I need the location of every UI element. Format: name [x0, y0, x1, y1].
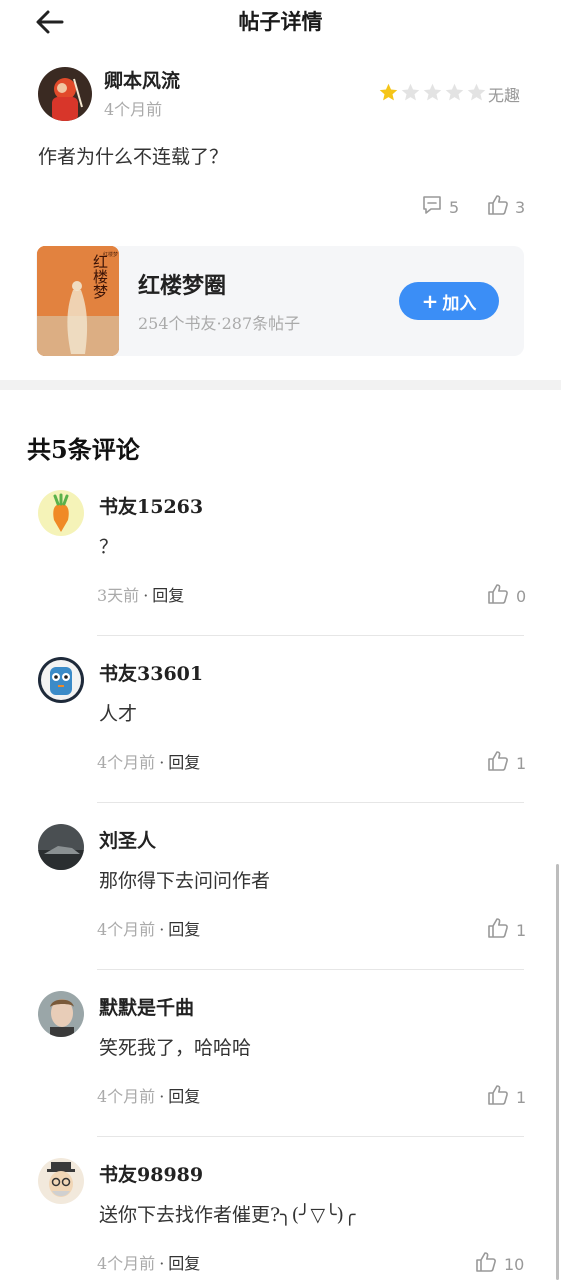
post-time: 4个月前 [104, 100, 163, 119]
star-empty-icon [445, 83, 464, 101]
commenter-name[interactable]: 刘圣人 [99, 826, 156, 853]
commenter-name[interactable]: 默默是千曲 [99, 993, 194, 1020]
comment-text: 人才 [99, 703, 138, 725]
commenter-name[interactable]: 书友98989 [99, 1160, 203, 1187]
rating-label: 无趣 [488, 86, 521, 105]
comment-divider [97, 802, 524, 803]
commenter-name[interactable]: 书友15263 [99, 492, 203, 519]
thumbs-up-icon [486, 916, 510, 944]
post-like-button[interactable]: 3 [486, 193, 525, 221]
comment-time: 4个月前 [97, 1254, 156, 1273]
commenter-avatar[interactable] [38, 824, 84, 870]
commenter-avatar[interactable] [38, 1158, 84, 1204]
comment-like-button[interactable]: 1 [486, 916, 526, 944]
post-detail-page: 帖子详情 卿本风流 4个月前 无趣 作者为什么不连载了？ 5 3 红楼梦 红楼梦… [0, 0, 561, 1280]
comment-divider [97, 1136, 524, 1137]
comment-time: 4个月前 [97, 920, 156, 939]
reply-button[interactable]: 回复 [168, 1087, 200, 1106]
comment-time: 3天前 [97, 586, 140, 605]
comment-text: 那你得下去问问作者 [99, 870, 271, 892]
comment-item: 默默是千曲 笑死我了，哈哈哈 4个月前 · 回复 1 [0, 991, 561, 1158]
star-empty-icon [423, 83, 442, 101]
comment-meta: 4个月前 · 回复 [97, 1087, 201, 1106]
thumbs-up-icon [474, 1250, 498, 1278]
comment-time: 4个月前 [97, 753, 156, 772]
commenter-avatar[interactable] [38, 490, 84, 536]
thumbs-up-icon [486, 193, 510, 221]
thumbs-up-icon [486, 1083, 510, 1111]
comment-divider [97, 635, 524, 636]
comment-text: 送你下去找作者催更?╮(╯▽╰)╭ [99, 1204, 356, 1226]
comment-meta: 4个月前 · 回复 [97, 1254, 201, 1273]
scrollbar[interactable] [556, 864, 559, 1280]
join-circle-button[interactable]: + 加入 [399, 282, 499, 320]
post-body-text: 作者为什么不连载了？ [38, 146, 229, 168]
reply-button[interactable]: 回复 [168, 920, 200, 939]
comment-item: 刘圣人 那你得下去问问作者 4个月前 · 回复 1 [0, 824, 561, 991]
comment-text: 笑死我了，哈哈哈 [99, 1037, 252, 1059]
comment-count-button[interactable]: 5 [420, 193, 459, 221]
circle-cover-image: 红楼梦 红楼梦 [37, 246, 119, 356]
comments-heading: 共5条评论 [27, 435, 140, 464]
circle-cover-title: 红楼梦 [91, 254, 109, 299]
reply-button[interactable]: 回复 [168, 753, 200, 772]
comment-like-count: 1 [516, 920, 527, 940]
comment-meta: 3天前 · 回复 [97, 586, 185, 605]
thumbs-up-icon [486, 749, 510, 777]
author-avatar[interactable] [38, 67, 92, 121]
comment-count: 5 [449, 197, 460, 217]
join-label: 加入 [442, 293, 477, 314]
comment-like-button[interactable]: 1 [486, 749, 526, 777]
commenter-avatar[interactable] [38, 991, 84, 1037]
comment-like-count: 1 [516, 1087, 527, 1107]
reply-button[interactable]: 回复 [152, 586, 184, 605]
comment-bubble-icon [420, 193, 444, 221]
plus-icon: + [421, 289, 439, 313]
star-empty-icon [467, 83, 486, 101]
circle-card[interactable]: 红楼梦 红楼梦 红楼梦圈 254个书友·287条帖子 + 加入 [36, 246, 524, 356]
comment-item: 书友15263 ？ 3天前 · 回复 0 [0, 490, 561, 657]
reply-button[interactable]: 回复 [168, 1254, 200, 1273]
star-filled-icon [379, 83, 398, 101]
comment-like-button[interactable]: 10 [474, 1250, 524, 1278]
comment-meta: 4个月前 · 回复 [97, 753, 201, 772]
thumbs-up-icon [486, 582, 510, 610]
comment-like-button[interactable]: 1 [486, 1083, 526, 1111]
post-like-count: 3 [515, 197, 526, 217]
comment-like-count: 1 [516, 753, 527, 773]
circle-stats: 254个书友·287条帖子 [138, 314, 301, 333]
post-author-name[interactable]: 卿本风流 [104, 66, 180, 93]
comment-divider [97, 969, 524, 970]
comment-text: ？ [99, 536, 119, 558]
comment-item: 书友33601 人才 4个月前 · 回复 1 [0, 657, 561, 824]
comment-meta: 4个月前 · 回复 [97, 920, 201, 939]
comment-item: 书友98989 送你下去找作者催更?╮(╯▽╰)╭ 4个月前 · 回复 10 [0, 1158, 561, 1280]
commenter-name[interactable]: 书友33601 [99, 659, 203, 686]
commenter-avatar[interactable] [38, 657, 84, 703]
circle-name: 红楼梦圈 [138, 273, 227, 299]
top-bar: 帖子详情 [0, 0, 561, 44]
comment-like-count: 0 [516, 586, 527, 606]
section-divider [0, 380, 561, 390]
page-title: 帖子详情 [238, 9, 323, 34]
comment-like-count: 10 [504, 1254, 525, 1274]
comment-like-button[interactable]: 0 [486, 582, 526, 610]
star-rating [378, 82, 487, 103]
star-empty-icon [401, 83, 420, 101]
comment-time: 4个月前 [97, 1087, 156, 1106]
